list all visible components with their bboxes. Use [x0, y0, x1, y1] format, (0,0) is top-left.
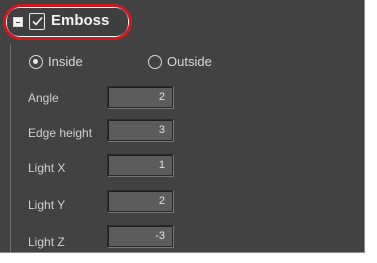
checkmark-icon — [32, 16, 43, 26]
edge-height-label: Edge height — [28, 126, 93, 140]
light-x-input[interactable]: 1 — [107, 154, 173, 176]
radio-outside[interactable] — [148, 55, 162, 69]
radio-inside-label[interactable]: Inside — [48, 54, 83, 70]
light-z-label: Light Z — [28, 235, 65, 249]
angle-input[interactable]: 2 — [107, 86, 173, 108]
collapse-icon[interactable] — [13, 17, 23, 27]
section-title: Emboss — [51, 12, 110, 29]
light-z-input[interactable]: -3 — [107, 225, 173, 247]
light-x-label: Light X — [28, 161, 66, 175]
angle-label: Angle — [28, 91, 59, 105]
panel-left-rule — [10, 44, 11, 252]
radio-outside-label[interactable]: Outside — [167, 54, 212, 70]
light-y-input[interactable]: 2 — [107, 190, 173, 212]
light-y-label: Light Y — [28, 198, 66, 212]
panel-right-margin — [365, 0, 377, 263]
emboss-checkbox[interactable] — [29, 13, 45, 30]
panel-bottom-margin — [0, 253, 377, 263]
radio-inside[interactable] — [29, 55, 43, 69]
edge-height-input[interactable]: 3 — [107, 119, 173, 141]
